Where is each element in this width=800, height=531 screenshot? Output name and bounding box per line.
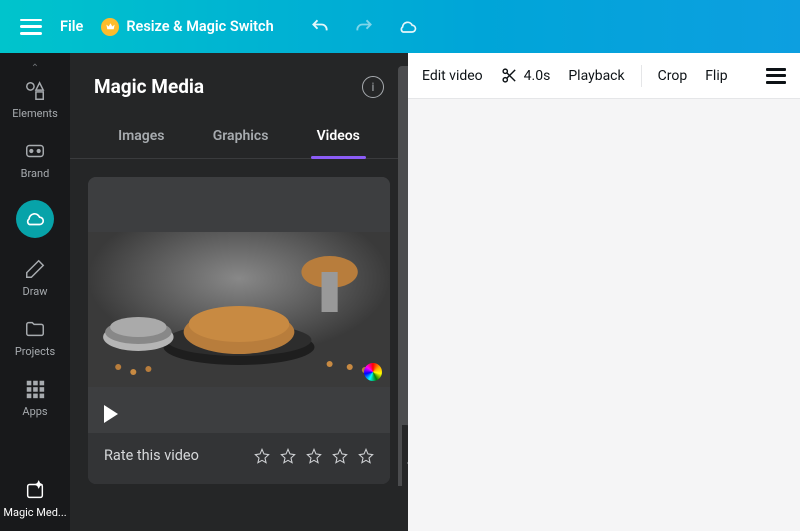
sidebar-item-projects[interactable]: Projects [15, 318, 55, 358]
star-icon[interactable] [254, 448, 270, 464]
side-panel: Magic Media i Images Graphics Videos [70, 53, 408, 531]
menu-icon[interactable] [20, 19, 42, 35]
star-icon[interactable] [280, 448, 296, 464]
star-icon[interactable] [332, 448, 348, 464]
sidebar-item-elements[interactable]: Elements [12, 80, 58, 120]
sidebar-item-brand[interactable]: Brand [21, 140, 50, 180]
shapes-icon [24, 80, 46, 102]
sidebar-item-cloud[interactable] [16, 200, 54, 238]
sidebar: ⌃ Elements Brand Draw Projects Apps Magi… [0, 53, 70, 531]
canvas-area[interactable] [408, 99, 800, 531]
top-icons [310, 17, 418, 37]
playback-button[interactable]: Playback [568, 68, 624, 84]
crown-icon [101, 18, 119, 36]
duration-button[interactable]: 4.0s [501, 67, 551, 84]
sidebar-item-magic-media[interactable]: Magic Med... [3, 479, 66, 519]
tab-videos[interactable]: Videos [313, 116, 364, 158]
rating-stars [254, 448, 374, 464]
star-icon[interactable] [306, 448, 322, 464]
folder-icon [24, 318, 46, 340]
caret-up-icon[interactable]: ⌃ [31, 63, 39, 74]
panel-title: Magic Media [94, 75, 204, 98]
panel-scrollbar[interactable] [398, 66, 408, 486]
pencil-icon [24, 258, 46, 280]
resize-button[interactable]: Resize & Magic Switch [101, 18, 273, 36]
undo-icon[interactable] [310, 17, 330, 37]
card-header [88, 177, 390, 232]
top-bar: File Resize & Magic Switch [0, 0, 800, 53]
video-card: Rate this video [88, 177, 390, 484]
info-icon[interactable]: i [362, 76, 384, 98]
tabs: Images Graphics Videos [70, 116, 408, 159]
sparkle-icon [24, 479, 46, 501]
video-thumbnail[interactable] [88, 232, 390, 387]
canvas-toolbar: Edit video 4.0s Playback Crop Flip [408, 53, 800, 99]
redo-icon[interactable] [354, 17, 374, 37]
flip-button[interactable]: Flip [705, 68, 727, 84]
tab-images[interactable]: Images [114, 116, 168, 158]
star-icon[interactable] [358, 448, 374, 464]
scissors-icon [501, 67, 518, 84]
crop-button[interactable]: Crop [658, 68, 688, 84]
edit-video-button[interactable]: Edit video [422, 68, 483, 84]
file-button[interactable]: File [60, 18, 83, 35]
color-wheel-icon [364, 363, 382, 381]
more-menu-icon[interactable] [766, 68, 786, 84]
rate-label: Rate this video [104, 447, 199, 464]
divider [641, 65, 642, 87]
sidebar-item-apps[interactable]: Apps [22, 378, 47, 418]
tab-graphics[interactable]: Graphics [209, 116, 273, 158]
play-icon[interactable] [104, 405, 118, 423]
cloud-icon[interactable] [398, 17, 418, 37]
brand-icon [24, 140, 46, 162]
sidebar-item-draw[interactable]: Draw [23, 258, 48, 298]
grid-icon [24, 378, 46, 400]
cloud-upload-icon [24, 208, 46, 230]
resize-label: Resize & Magic Switch [126, 18, 273, 35]
